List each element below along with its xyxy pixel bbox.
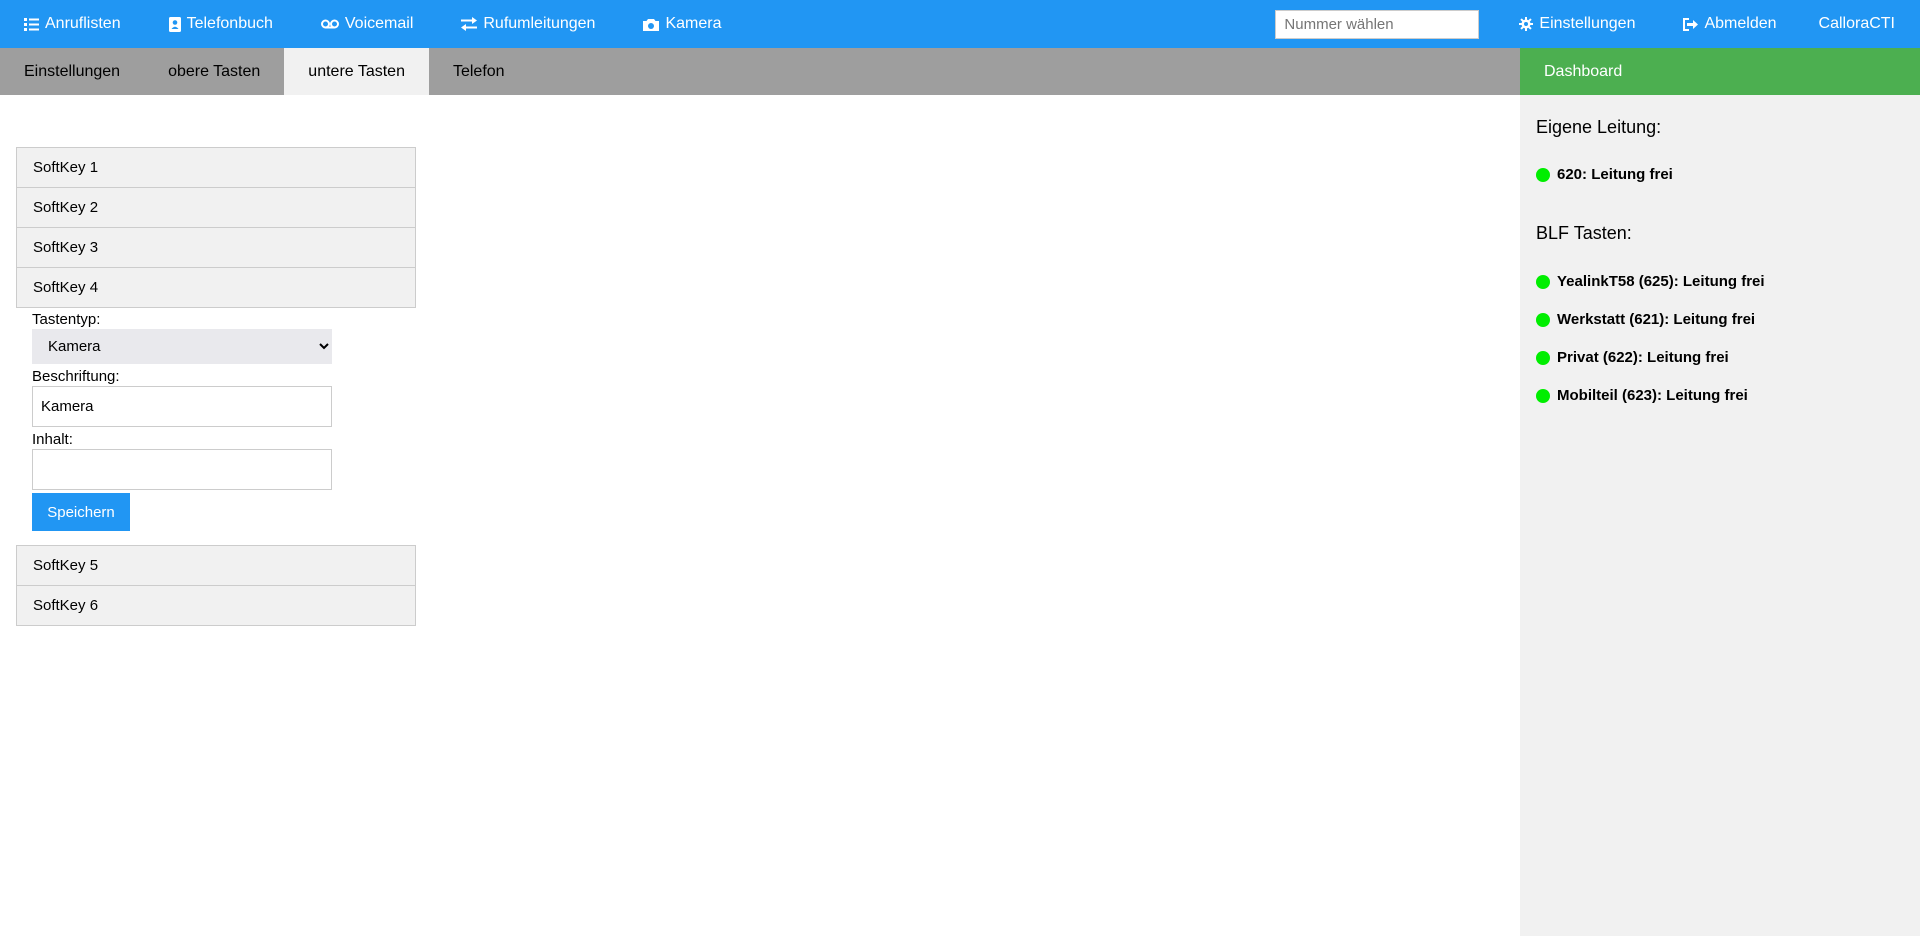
softkey-5-header[interactable]: SoftKey 5	[16, 545, 416, 586]
settings-link[interactable]: Einstellungen	[1495, 0, 1659, 48]
status-dot-icon	[1536, 167, 1550, 182]
blf-line[interactable]: Privat (622): Leitung frei	[1536, 349, 1920, 366]
save-button[interactable]: Speichern	[32, 493, 130, 531]
tab-obere-tasten[interactable]: obere Tasten	[144, 48, 284, 95]
blf-line-text: YealinkT58 (625): Leitung frei	[1557, 273, 1765, 290]
own-line-status: 620: Leitung frei	[1536, 166, 1920, 183]
top-navbar: Anruflisten Telefonbuch Voicemail Rufuml…	[0, 0, 1920, 48]
softkey-2-header[interactable]: SoftKey 2	[16, 187, 416, 228]
status-dot-icon	[1536, 274, 1550, 289]
own-line-text: 620: Leitung frei	[1557, 166, 1673, 183]
own-line-title: Eigene Leitung:	[1536, 117, 1662, 137]
blf-line[interactable]: Werkstatt (621): Leitung frei	[1536, 311, 1920, 328]
content-label: Inhalt:	[32, 431, 73, 448]
settings-label: Einstellungen	[1539, 15, 1636, 32]
list-icon	[24, 17, 39, 31]
caption-input[interactable]	[32, 386, 332, 427]
blf-title: BLF Tasten:	[1536, 223, 1632, 243]
softkey-3-header[interactable]: SoftKey 3	[16, 227, 416, 268]
softkey-accordion: SoftKey 1 SoftKey 2 SoftKey 3 SoftKey 4 …	[16, 147, 416, 626]
camera-icon	[643, 18, 660, 31]
softkey-6-header[interactable]: SoftKey 6	[16, 585, 416, 626]
nav-voicemail[interactable]: Voicemail	[297, 0, 437, 48]
status-sidebar: Dashboard Eigene Leitung: 620: Leitung f…	[1520, 48, 1920, 936]
nav-label: Voicemail	[344, 15, 414, 32]
nav-anruflisten[interactable]: Anruflisten	[0, 0, 145, 48]
softkey-4-header[interactable]: SoftKey 4	[16, 267, 416, 308]
brand-name[interactable]: CalloraCTI	[1801, 0, 1920, 48]
dial-number-input[interactable]	[1275, 9, 1480, 39]
gear-icon	[1519, 17, 1534, 31]
status-dot-icon	[1536, 312, 1550, 327]
blf-line-text: Privat (622): Leitung frei	[1557, 349, 1729, 366]
content-input[interactable]	[32, 449, 332, 490]
forward-icon	[461, 17, 478, 31]
voicemail-icon	[320, 19, 339, 29]
blf-line-text: Mobilteil (623): Leitung frei	[1557, 387, 1748, 404]
status-dot-icon	[1536, 350, 1550, 365]
settings-subnav: Einstellungen obere Tasten untere Tasten…	[0, 48, 1520, 95]
blf-line[interactable]: YealinkT58 (625): Leitung frei	[1536, 273, 1920, 290]
blf-line-text: Werkstatt (621): Leitung frei	[1557, 311, 1756, 328]
tab-telefon[interactable]: Telefon	[429, 48, 529, 95]
nav-label: Rufumleitungen	[483, 15, 596, 32]
tab-untere-tasten[interactable]: untere Tasten	[284, 48, 429, 95]
nav-label: Anruflisten	[45, 15, 121, 32]
dashboard-button[interactable]: Dashboard	[1520, 48, 1920, 95]
caption-label: Beschriftung:	[32, 368, 120, 385]
logout-label: Abmelden	[1704, 15, 1777, 32]
key-type-select[interactable]: Kamera	[32, 329, 332, 364]
status-dot-icon	[1536, 388, 1550, 403]
nav-label: Telefonbuch	[186, 15, 273, 32]
logout-icon	[1683, 17, 1699, 31]
softkey-4-panel: Tastentyp: Kamera Beschriftung: Inhalt: …	[16, 307, 416, 545]
address-book-icon	[168, 16, 181, 32]
blf-line[interactable]: Mobilteil (623): Leitung frei	[1536, 387, 1920, 404]
key-type-label: Tastentyp:	[32, 311, 101, 328]
nav-label: Kamera	[665, 15, 722, 32]
nav-telefonbuch[interactable]: Telefonbuch	[145, 0, 297, 48]
logout-link[interactable]: Abmelden	[1659, 0, 1800, 48]
nav-rufumleitungen[interactable]: Rufumleitungen	[437, 0, 619, 48]
nav-kamera[interactable]: Kamera	[619, 0, 745, 48]
tab-einstellungen[interactable]: Einstellungen	[0, 48, 144, 95]
softkey-1-header[interactable]: SoftKey 1	[16, 147, 416, 188]
